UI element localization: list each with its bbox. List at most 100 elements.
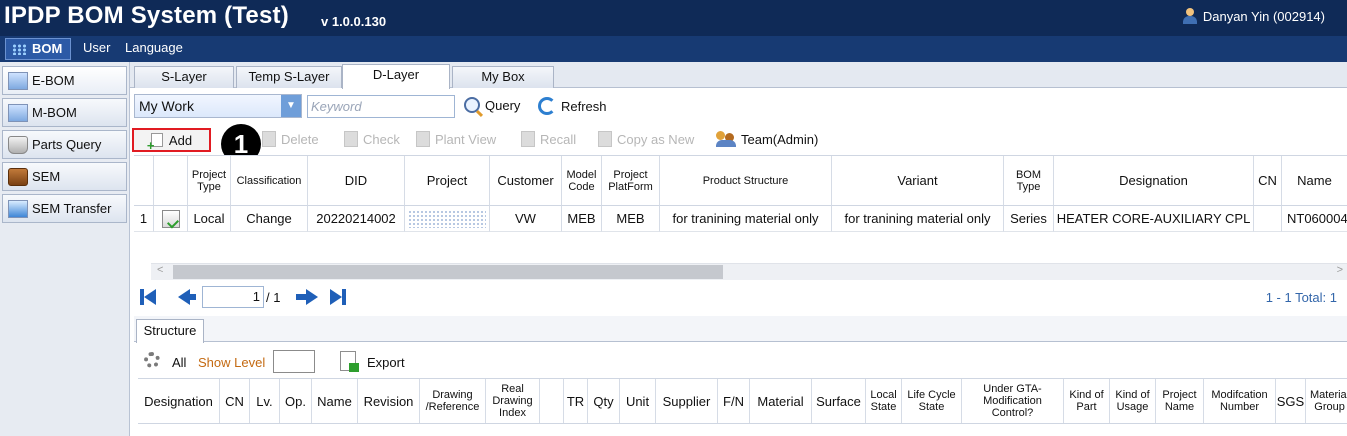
cell-platform[interactable]: MEB (602, 206, 660, 232)
grid-header-model-code[interactable]: Model Code (562, 156, 602, 206)
tab-structure[interactable]: Structure (136, 319, 204, 343)
grid-header-name[interactable]: Name (1282, 156, 1347, 206)
struct-header-supplier[interactable]: Supplier (656, 379, 718, 423)
check-button[interactable]: Check (344, 131, 400, 147)
struct-header-project-name[interactable]: Project Name (1156, 379, 1204, 423)
cell-product-structure[interactable]: for tranining material only (660, 206, 832, 232)
struct-header-real-drawing-index[interactable]: Real Drawing Index (486, 379, 540, 423)
excel-export-icon[interactable] (340, 351, 359, 372)
gear-icon[interactable] (144, 352, 160, 368)
delete-button[interactable]: Delete (262, 131, 319, 147)
refresh-label: Refresh (561, 98, 607, 114)
struct-header-local-state[interactable]: Local State (866, 379, 902, 423)
cell-designation[interactable]: HEATER CORE-AUXILIARY CPL (1054, 206, 1254, 232)
transfer-icon (8, 199, 28, 218)
struct-header-drawing-reference[interactable]: Drawing /Reference (420, 379, 486, 423)
cell-customer[interactable]: VW (490, 206, 562, 232)
grid-header-product-structure[interactable]: Product Structure (660, 156, 832, 206)
struct-header-life-cycle-state[interactable]: Life Cycle State (902, 379, 962, 423)
grid-header-did[interactable]: DID (308, 156, 405, 206)
struct-header-lv[interactable]: Lv. (250, 379, 280, 423)
all-button[interactable]: All (172, 355, 186, 370)
struct-header-op[interactable]: Op. (280, 379, 312, 423)
query-button[interactable]: Query (464, 97, 520, 113)
cell-project-type[interactable]: Local (188, 206, 231, 232)
scroll-left-icon[interactable]: < (157, 264, 163, 276)
table-row-status[interactable] (154, 206, 188, 232)
menu-bom[interactable]: BOM (5, 38, 71, 60)
struct-header-revision[interactable]: Revision (358, 379, 420, 423)
copy-as-new-button[interactable]: Copy as New (598, 131, 694, 147)
menu-user[interactable]: User (83, 40, 110, 55)
add-button[interactable]: Add (132, 128, 211, 153)
sidebar-item-sem[interactable]: SEM (2, 162, 127, 191)
grid-header-project[interactable]: Project (405, 156, 490, 206)
sidebar-item-m-bom[interactable]: M-BOM (2, 98, 127, 127)
last-page-icon[interactable] (330, 289, 342, 305)
chevron-down-icon[interactable]: ▼ (281, 95, 301, 117)
grid-header-cn[interactable]: CN (1254, 156, 1282, 206)
recall-button[interactable]: Recall (521, 131, 576, 147)
page-number-input[interactable]: 1 (202, 286, 264, 308)
scope-select[interactable]: My Work ▼ (134, 94, 302, 118)
menu-language[interactable]: Language (125, 40, 183, 55)
e-bom-icon (8, 71, 28, 90)
cell-project[interactable] (405, 206, 490, 232)
grid-header-project-type[interactable]: Project Type (188, 156, 231, 206)
tab-temp-s-layer[interactable]: Temp S-Layer (236, 66, 342, 88)
struct-header-kind-of-usage[interactable]: Kind of Usage (1110, 379, 1156, 423)
prev-page-bar (188, 294, 196, 300)
user-menu[interactable]: Danyan Yin (002914) (1182, 8, 1325, 24)
grid-header-customer[interactable]: Customer (490, 156, 562, 206)
cell-cn[interactable] (1254, 206, 1282, 232)
sidebar-item-sem-transfer[interactable]: SEM Transfer (2, 194, 127, 223)
grid-header-project-platform[interactable]: Project PlatForm (602, 156, 660, 206)
struct-header-unit[interactable]: Unit (620, 379, 656, 423)
tab-s-layer[interactable]: S-Layer (134, 66, 234, 88)
plant-view-button[interactable]: Plant View (416, 131, 496, 147)
struct-header-qty[interactable]: Qty (588, 379, 620, 423)
delete-label: Delete (281, 131, 319, 147)
scroll-right-icon[interactable]: > (1337, 264, 1343, 276)
struct-header-tr[interactable]: TR (564, 379, 588, 423)
cell-variant[interactable]: for tranining material only (832, 206, 1004, 232)
cell-model-code[interactable]: MEB (562, 206, 602, 232)
struct-header-surface[interactable]: Surface (812, 379, 866, 423)
filter-toolbar: My Work ▼ Keyword Query Refresh (134, 94, 1347, 120)
cell-bom-type[interactable]: Series (1004, 206, 1054, 232)
struct-header-gta-control[interactable]: Under GTA-Modification Control? (962, 379, 1064, 423)
show-level-input[interactable] (273, 350, 315, 373)
struct-header-material[interactable]: Material (750, 379, 812, 423)
grid-header-designation[interactable]: Designation (1054, 156, 1254, 206)
struct-header-blank[interactable] (540, 379, 564, 423)
tab-d-layer[interactable]: D-Layer (342, 64, 450, 89)
next-page-icon[interactable] (306, 289, 318, 305)
redacted-project (408, 209, 486, 228)
refresh-button[interactable]: Refresh (538, 97, 607, 115)
sidebar-item-e-bom[interactable]: E-BOM (2, 66, 127, 95)
struct-header-sgs[interactable]: SGS (1276, 379, 1306, 423)
grid-horizontal-scrollbar[interactable]: < > (151, 263, 1347, 280)
sidebar-item-parts-query[interactable]: Parts Query (2, 130, 127, 159)
struct-header-material-group[interactable]: Material Group (1306, 379, 1347, 423)
scrollbar-thumb[interactable] (173, 265, 723, 279)
struct-header-cn[interactable]: CN (220, 379, 250, 423)
struct-header-fn[interactable]: F/N (718, 379, 750, 423)
export-button[interactable]: Export (367, 355, 405, 370)
first-page-icon[interactable] (144, 289, 156, 305)
sidebar-item-label: E-BOM (32, 73, 75, 88)
struct-header-designation[interactable]: Designation (138, 379, 220, 423)
team-admin-button[interactable]: Team(Admin) (716, 131, 818, 147)
app-version: v 1.0.0.130 (321, 14, 387, 29)
struct-header-kind-of-part[interactable]: Kind of Part (1064, 379, 1110, 423)
cell-name[interactable]: NT060004 (1282, 206, 1347, 232)
keyword-input[interactable]: Keyword (307, 95, 455, 118)
struct-header-modification-number[interactable]: Modifcation Number (1204, 379, 1276, 423)
cell-did[interactable]: 20220214002 (308, 206, 405, 232)
grid-header-classification[interactable]: Classification (231, 156, 308, 206)
tab-my-box[interactable]: My Box (452, 66, 554, 88)
struct-header-name[interactable]: Name (312, 379, 358, 423)
grid-header-variant[interactable]: Variant (832, 156, 1004, 206)
grid-header-bom-type[interactable]: BOM Type (1004, 156, 1054, 206)
cell-classification[interactable]: Change (231, 206, 308, 232)
